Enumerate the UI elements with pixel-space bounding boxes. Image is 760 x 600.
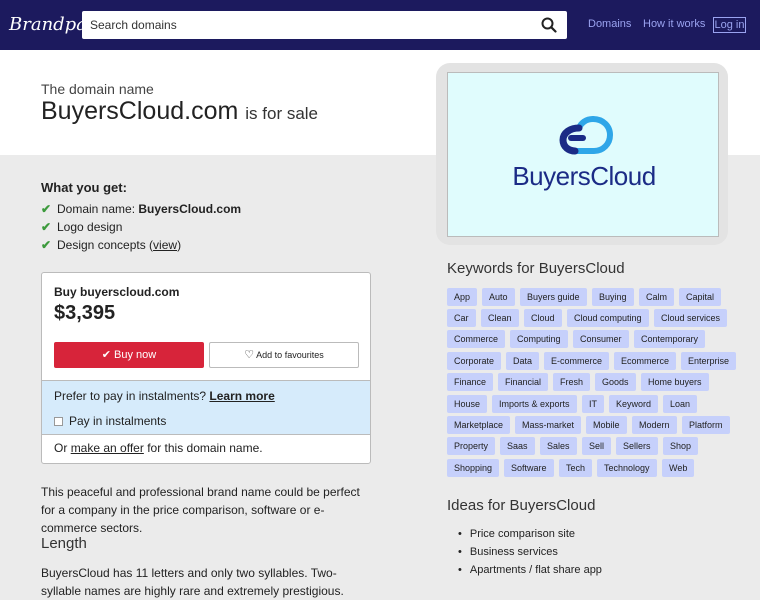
keyword-tag[interactable]: App	[447, 288, 478, 306]
keyword-tag[interactable]: Buying	[592, 288, 634, 306]
keyword-tag[interactable]: Sales	[540, 437, 577, 455]
keyword-tag[interactable]: Sellers	[616, 437, 658, 455]
keywords-heading: Keywords for BuyersCloud	[447, 260, 625, 277]
idea-item: Business services	[458, 546, 558, 558]
check-icon: ✔	[101, 349, 111, 361]
keyword-tag[interactable]: Consumer	[573, 330, 629, 348]
keyword-tag[interactable]: Imports & exports	[492, 395, 577, 413]
keyword-tag[interactable]: Shop	[663, 437, 699, 455]
keyword-tag[interactable]: Fresh	[553, 373, 591, 391]
add-to-favourites-button[interactable]: ♡ Add to favourites	[209, 342, 359, 368]
keyword-tag[interactable]: Mobile	[586, 416, 627, 434]
keyword-tag[interactable]: Home buyers	[641, 373, 709, 391]
ideas-heading: Ideas for BuyersCloud	[447, 497, 596, 514]
page-title: BuyersCloud.com is for sale	[41, 97, 318, 126]
keyword-tag[interactable]: Data	[506, 352, 540, 370]
keyword-tag[interactable]: Ecommerce	[614, 352, 677, 370]
keyword-tag[interactable]: Loan	[663, 395, 698, 413]
logo-preview[interactable]: BuyersCloud	[447, 72, 719, 237]
idea-item: Price comparison site	[458, 528, 575, 540]
cloud-logo-icon	[559, 116, 614, 155]
keyword-tag[interactable]: Enterprise	[681, 352, 737, 370]
domain-name: BuyersCloud.com	[41, 97, 239, 125]
check-icon: ✔	[41, 202, 52, 216]
price: $3,395	[54, 302, 116, 324]
keyword-tag[interactable]: Web	[662, 459, 695, 477]
keyword-tag[interactable]: Car	[447, 309, 476, 327]
keyword-tag[interactable]: Software	[504, 459, 554, 477]
keyword-tag[interactable]: Clean	[481, 309, 519, 327]
keyword-tag[interactable]: Commerce	[447, 330, 506, 348]
buy-box: Buy buyerscloud.com $3,395 ✔ Buy now ♡ A…	[41, 272, 371, 464]
keyword-tag[interactable]: Tech	[559, 459, 593, 477]
nav-link-domains[interactable]: Domains	[588, 18, 631, 30]
buy-now-button[interactable]: ✔ Buy now	[54, 342, 204, 368]
keyword-tag[interactable]: Computing	[510, 330, 568, 348]
keyword-tag[interactable]: Finance	[447, 373, 494, 391]
keyword-tag[interactable]: IT	[582, 395, 604, 413]
keyword-tag[interactable]: Auto	[482, 288, 515, 306]
buy-heading: Buy buyerscloud.com	[54, 285, 180, 299]
check-icon: ✔	[41, 220, 52, 234]
keyword-tag[interactable]: Capital	[679, 288, 722, 306]
keyword-tag[interactable]: Financial	[498, 373, 549, 391]
keyword-tag[interactable]: Goods	[595, 373, 636, 391]
brand-wordmark: BuyersCloud	[512, 161, 656, 191]
pay-instalments-option[interactable]: Pay in instalments	[54, 414, 166, 428]
idea-item: Apartments / flat share app	[458, 564, 602, 576]
learn-more-link[interactable]: Learn more	[209, 389, 274, 403]
what-you-get-heading: What you get:	[41, 180, 127, 195]
feature-design-concepts: ✔ Design concepts (view)	[41, 238, 182, 252]
feature-domain-value: BuyersCloud.com	[138, 202, 242, 216]
top-navigation-bar: Brandpa Domains How it works Log in	[0, 0, 760, 50]
search-input[interactable]	[82, 11, 522, 39]
keyword-tag[interactable]: Sell	[582, 437, 612, 455]
keyword-tag[interactable]: Technology	[597, 459, 657, 477]
keyword-tag[interactable]: Saas	[500, 437, 535, 455]
feature-logo-design: ✔ Logo design	[41, 220, 123, 234]
keyword-tag[interactable]: Cloud computing	[567, 309, 649, 327]
keyword-tag[interactable]: Property	[447, 437, 496, 455]
make-offer-text: Or make an offer for this domain name.	[54, 441, 263, 455]
keyword-tag[interactable]: Cloud	[524, 309, 562, 327]
hero-intro: The domain name	[41, 81, 154, 97]
make-offer-link[interactable]: make an offer	[71, 441, 144, 455]
keyword-tag[interactable]: Cloud services	[654, 309, 728, 327]
keyword-tag[interactable]: Mass-market	[515, 416, 582, 434]
keyword-tag[interactable]: E-commerce	[544, 352, 610, 370]
instalments-section: Prefer to pay in instalments? Learn more…	[42, 380, 370, 435]
keyword-tag[interactable]: Platform	[682, 416, 730, 434]
keyword-tag[interactable]: Modern	[632, 416, 677, 434]
brand-description: This peaceful and professional brand nam…	[41, 485, 360, 535]
check-icon: ✔	[41, 238, 52, 252]
for-sale-label: is for sale	[245, 104, 319, 123]
keyword-tag[interactable]: Contemporary	[634, 330, 706, 348]
keyword-tag[interactable]: House	[447, 395, 488, 413]
keyword-tag[interactable]: Shopping	[447, 459, 500, 477]
nav-link-how-it-works[interactable]: How it works	[643, 18, 705, 30]
search-icon[interactable]	[541, 17, 557, 33]
keyword-tag[interactable]: Marketplace	[447, 416, 511, 434]
heart-icon: ♡	[244, 349, 255, 361]
search-box	[82, 11, 567, 39]
login-button[interactable]: Log in	[713, 17, 746, 33]
length-heading: Length	[41, 535, 87, 552]
length-text: BuyersCloud has 11 letters and only two …	[41, 566, 344, 598]
instalments-question: Prefer to pay in instalments? Learn more	[54, 389, 275, 403]
instalments-checkbox[interactable]	[54, 416, 63, 426]
keyword-tag[interactable]: Buyers guide	[520, 288, 587, 306]
keyword-tag[interactable]: Keyword	[609, 395, 659, 413]
feature-domain-name: ✔ Domain name: BuyersCloud.com	[41, 202, 242, 216]
view-design-concepts-link[interactable]: view	[153, 238, 177, 252]
keyword-tag[interactable]: Corporate	[447, 352, 502, 370]
brandpa-logo[interactable]: Brandpa	[9, 14, 87, 35]
keyword-tag[interactable]: Calm	[639, 288, 675, 306]
